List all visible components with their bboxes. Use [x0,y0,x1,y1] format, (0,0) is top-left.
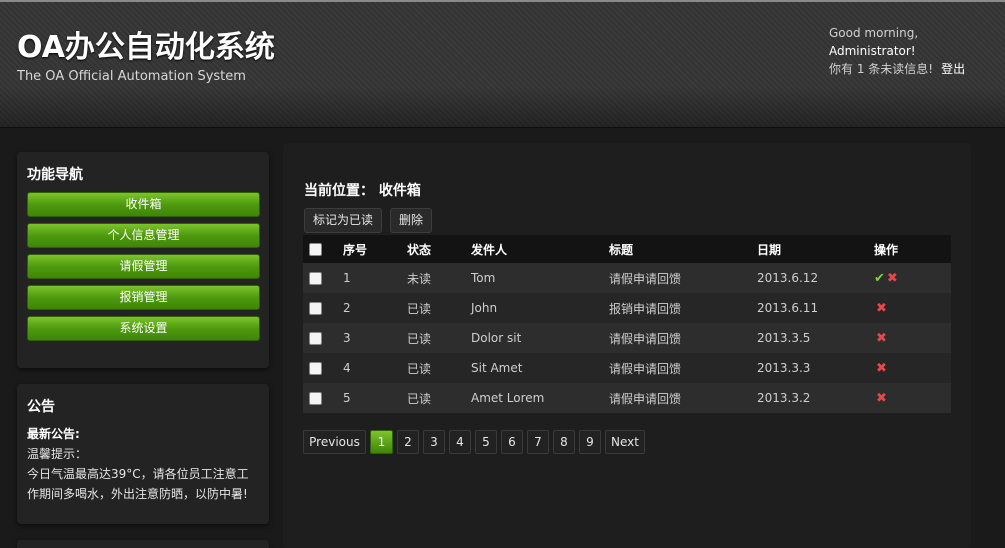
row-status: 已读 [407,383,471,413]
table-row[interactable]: 1 未读 Tom 请假申请回馈 2013.6.12 ✔ ✖ [303,263,951,293]
user-greeting: Good morning, Administrator! 你有 1 条未读信息!… [829,24,989,78]
row-number: 1 [343,263,407,293]
table-row[interactable]: 5 已读 Amet Lorem 请假申请回馈 2013.3.2 ✖ [303,383,951,413]
row-date: 2013.3.5 [757,323,874,353]
row-number: 3 [343,323,407,353]
page-3-button[interactable]: 3 [423,430,445,454]
row-checkbox[interactable] [309,272,322,285]
next-page-button[interactable]: Next [605,430,645,454]
row-sender: Amet Lorem [471,383,609,413]
table-row[interactable]: 3 已读 Dolor sit 请假申请回馈 2013.3.5 ✖ [303,323,951,353]
page-6-button[interactable]: 6 [501,430,523,454]
notice-line: 今日气温最高达39°C，请各位员工注意工 [27,467,249,481]
row-date: 2013.3.2 [757,383,874,413]
previous-page-button[interactable]: Previous [303,430,366,454]
header-date: 日期 [757,235,874,263]
row-subject[interactable]: 报销申请回馈 [609,293,757,323]
app-title: OA办公自动化系统 [17,30,275,65]
nav-item-settings[interactable]: 系统设置 [27,316,260,341]
row-checkbox[interactable] [309,332,322,345]
table-row[interactable]: 4 已读 Sit Amet 请假申请回馈 2013.3.3 ✖ [303,353,951,383]
close-icon[interactable]: ✖ [876,361,887,376]
row-sender: John [471,293,609,323]
close-icon[interactable]: ✖ [876,391,887,406]
page-2-button[interactable]: 2 [397,430,419,454]
header: OA办公自动化系统 The OA Official Automation Sys… [0,0,1005,128]
nav-item-leave[interactable]: 请假管理 [27,254,260,279]
check-icon[interactable]: ✔ [874,271,885,286]
row-number: 4 [343,353,407,383]
close-icon[interactable]: ✖ [876,301,887,316]
unread-message-link[interactable]: 你有 1 条未读信息! [829,62,933,76]
header-sender: 发件人 [471,235,609,263]
header-subject: 标题 [609,235,757,263]
mark-read-button[interactable]: 标记为已读 [304,208,383,233]
row-checkbox[interactable] [309,362,322,375]
page-1-button[interactable]: 1 [370,430,393,454]
header-status: 状态 [407,235,471,263]
select-all-checkbox[interactable] [309,243,322,256]
greeting-prefix: Good morning, [829,26,919,40]
row-checkbox[interactable] [309,392,322,405]
row-sender: Dolor sit [471,323,609,353]
row-status: 未读 [407,263,471,293]
notice-heading: 最新公告: [27,427,80,441]
inbox-table: 序号 状态 发件人 标题 日期 操作 1 未读 Tom 请假申请回馈 2013.… [303,235,951,413]
table-header-row: 序号 状态 发件人 标题 日期 操作 [303,235,951,263]
notice-panel: 公告 最新公告: 温馨提示： 今日气温最高达39°C，请各位员工注意工 作期间多… [17,384,269,524]
page-8-button[interactable]: 8 [553,430,575,454]
row-status: 已读 [407,293,471,323]
page-5-button[interactable]: 5 [475,430,497,454]
header-actions: 操作 [874,235,951,263]
row-date: 2013.6.11 [757,293,874,323]
row-subject[interactable]: 请假申请回馈 [609,323,757,353]
breadcrumb: 当前位置： 收件箱 [304,183,421,199]
username: Administrator! [829,44,916,58]
app-subtitle: The OA Official Automation System [17,69,246,84]
row-status: 已读 [407,323,471,353]
header-number: 序号 [343,235,407,263]
notice-line: 作期间多喝水，外出注意防晒，以防中暑! [27,487,248,501]
notice-greeting: 温馨提示： [27,447,88,461]
nav-item-personal-info[interactable]: 个人信息管理 [27,223,260,248]
nav-title: 功能导航 [27,167,83,183]
logout-link[interactable]: 登出 [941,62,965,76]
delete-button[interactable]: 删除 [390,208,433,233]
row-checkbox[interactable] [309,302,322,315]
nav-item-inbox[interactable]: 收件箱 [27,192,260,217]
row-sender: Tom [471,263,609,293]
row-number: 2 [343,293,407,323]
row-subject[interactable]: 请假申请回馈 [609,353,757,383]
row-subject[interactable]: 请假申请回馈 [609,263,757,293]
page-9-button[interactable]: 9 [579,430,601,454]
notice-body: 最新公告: 温馨提示： 今日气温最高达39°C，请各位员工注意工 作期间多喝水，… [17,424,269,504]
notice-title: 公告 [27,399,55,415]
extra-panel [17,540,269,548]
nav-panel: 功能导航 收件箱 个人信息管理 请假管理 报销管理 系统设置 [17,152,269,368]
row-subject[interactable]: 请假申请回馈 [609,383,757,413]
row-status: 已读 [407,353,471,383]
row-number: 5 [343,383,407,413]
close-icon[interactable]: ✖ [876,331,887,346]
page-4-button[interactable]: 4 [449,430,471,454]
table-row[interactable]: 2 已读 John 报销申请回馈 2013.6.11 ✖ [303,293,951,323]
page-7-button[interactable]: 7 [527,430,549,454]
close-icon[interactable]: ✖ [887,271,898,286]
row-sender: Sit Amet [471,353,609,383]
nav-item-reimbursement[interactable]: 报销管理 [27,285,260,310]
row-date: 2013.6.12 [757,263,874,293]
row-date: 2013.3.3 [757,353,874,383]
